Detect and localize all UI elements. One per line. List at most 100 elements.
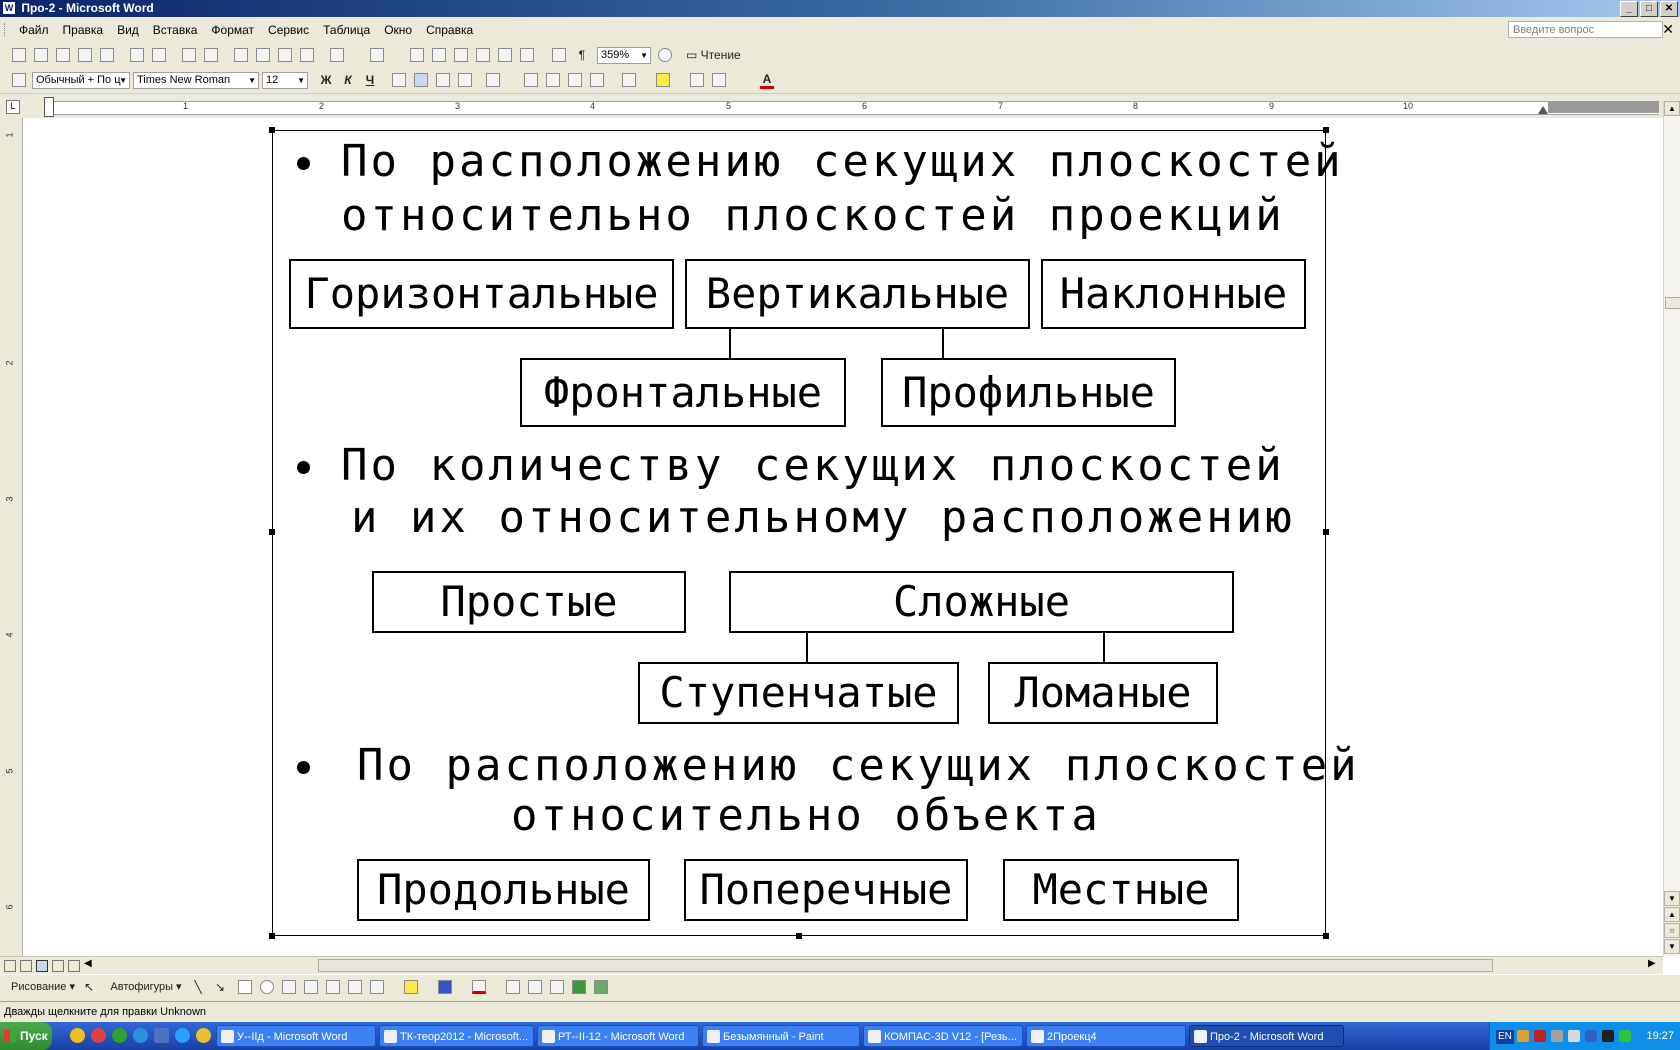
taskbar-item[interactable]: РТ--II-12 - Microsoft Word — [537, 1025, 699, 1047]
styles-pane-icon[interactable] — [12, 73, 26, 87]
resize-handle[interactable] — [269, 933, 275, 939]
ie-icon[interactable] — [133, 1028, 148, 1043]
menu-format[interactable]: Формат — [204, 23, 261, 37]
bullets-icon[interactable] — [546, 73, 560, 87]
save-icon[interactable] — [56, 48, 70, 62]
line-tool-icon[interactable]: ╲ — [192, 979, 204, 996]
undo-icon[interactable] — [330, 48, 344, 62]
document-map-icon[interactable] — [552, 48, 566, 62]
font-color-icon[interactable]: A — [760, 72, 774, 89]
line-style-icon[interactable] — [506, 980, 520, 994]
minimize-button[interactable]: _ — [1620, 1, 1638, 17]
font-size-select[interactable]: 12 ▼ — [262, 72, 308, 89]
scroll-thumb[interactable] — [1665, 297, 1680, 309]
taskbar-item[interactable]: Безымянный - Paint — [702, 1025, 860, 1047]
textbox-tool-icon[interactable] — [282, 980, 296, 994]
justify-icon[interactable] — [458, 73, 472, 87]
taskbar-item[interactable]: 2Проекц4 — [1026, 1025, 1186, 1047]
menu-insert[interactable]: Вставка — [146, 23, 205, 37]
tables-borders-icon[interactable] — [432, 48, 446, 62]
web-view-icon[interactable] — [20, 960, 32, 972]
reading-mode-button[interactable]: ▭ Чтение — [686, 47, 746, 64]
align-left-icon[interactable] — [392, 73, 406, 87]
paste-icon[interactable] — [278, 48, 292, 62]
copy-icon[interactable] — [256, 48, 270, 62]
resize-handle[interactable] — [796, 933, 802, 939]
vertical-scrollbar[interactable]: ▲ ▼ ▲ ○ ▼ — [1663, 101, 1680, 956]
quick-launch-icon[interactable] — [70, 1028, 85, 1043]
menu-file[interactable]: Файл — [12, 23, 56, 37]
menubar-grip[interactable] — [4, 23, 8, 37]
menu-table[interactable]: Таблица — [316, 23, 377, 37]
tray-icon[interactable] — [1602, 1030, 1615, 1042]
taskbar-item[interactable]: У--IIд - Microsoft Word — [216, 1025, 376, 1047]
language-indicator[interactable]: EN — [1496, 1030, 1514, 1044]
borders-icon[interactable] — [622, 73, 636, 87]
italic-button[interactable]: К — [340, 72, 356, 89]
tab-selector-icon[interactable]: L — [6, 100, 20, 114]
window-titlebar[interactable]: W Про-2 - Microsoft Word _ □ ✕ — [0, 0, 1680, 17]
menu-window[interactable]: Окно — [377, 23, 419, 37]
taskbar-item[interactable]: ТК-теор2012 - Microsoft... — [379, 1025, 534, 1047]
shadow-style-icon[interactable] — [572, 980, 586, 994]
chrome-icon[interactable] — [196, 1028, 211, 1043]
browse-object-icon[interactable]: ○ — [1664, 923, 1680, 938]
select-objects-icon[interactable]: ↖ — [84, 979, 94, 996]
tray-icon[interactable] — [1516, 1030, 1529, 1042]
permission-icon[interactable] — [78, 48, 92, 62]
menu-tools[interactable]: Сервис — [261, 23, 316, 37]
align-center-icon[interactable] — [414, 73, 428, 87]
drawing-font-color-icon[interactable] — [472, 980, 486, 994]
autoshapes-menu-button[interactable]: Автофигуры ▾ — [108, 979, 184, 996]
taskbar-item-active[interactable]: Про-2 - Microsoft Word — [1189, 1025, 1344, 1047]
menu-view[interactable]: Вид — [110, 23, 146, 37]
email-icon[interactable] — [100, 48, 114, 62]
scroll-left-icon[interactable]: ◀ — [84, 958, 92, 969]
vertical-ruler[interactable]: 1 2 3 4 5 6 7 — [0, 118, 23, 961]
arrow-style-icon[interactable] — [550, 980, 564, 994]
dash-style-icon[interactable] — [528, 980, 542, 994]
ask-question-input[interactable]: Введите вопрос — [1508, 21, 1663, 38]
hscroll-thumb[interactable] — [318, 959, 1493, 972]
fill-color-icon[interactable] — [404, 980, 418, 994]
menu-edit[interactable]: Правка — [56, 23, 111, 37]
redo-icon[interactable] — [370, 48, 384, 62]
tray-icon[interactable] — [1534, 1030, 1547, 1042]
decrease-indent-icon[interactable] — [568, 73, 582, 87]
subscript-icon[interactable] — [712, 73, 726, 87]
embedded-diagram-object[interactable]: По расположению секущих плоскостей относ… — [269, 127, 1357, 939]
hyperlink-icon[interactable] — [410, 48, 424, 62]
insert-picture-icon[interactable] — [370, 980, 384, 994]
taskbar-item[interactable]: КОМПАС-3D V12 - [Резь... — [863, 1025, 1023, 1047]
tray-icon[interactable] — [1551, 1030, 1564, 1042]
new-document-icon[interactable] — [12, 48, 26, 62]
show-hide-marks-icon[interactable]: ¶ — [576, 47, 588, 64]
resize-handle[interactable] — [269, 529, 275, 535]
tray-icon[interactable] — [1585, 1030, 1598, 1042]
research-icon[interactable] — [204, 48, 218, 62]
scroll-up-icon[interactable]: ▲ — [1664, 101, 1680, 116]
3d-style-icon[interactable] — [594, 980, 608, 994]
horizontal-scrollbar[interactable]: ◀ ▶ — [0, 956, 1663, 974]
columns-icon[interactable] — [498, 48, 512, 62]
resize-handle[interactable] — [1323, 933, 1329, 939]
right-indent-marker-icon[interactable] — [1538, 106, 1548, 114]
indent-marker-icon[interactable] — [44, 97, 54, 117]
numbering-icon[interactable] — [524, 73, 538, 87]
diagram-icon[interactable] — [326, 980, 340, 994]
line-spacing-icon[interactable] — [486, 73, 500, 87]
quick-launch-icon[interactable] — [112, 1028, 127, 1043]
zoom-select[interactable]: 359% ▼ — [597, 47, 651, 64]
print-preview-icon[interactable] — [152, 48, 166, 62]
start-button[interactable]: Пуск — [0, 1022, 52, 1050]
line-color-icon[interactable] — [438, 980, 452, 994]
bold-button[interactable]: Ж — [318, 72, 334, 89]
tray-icon[interactable] — [1619, 1030, 1632, 1042]
spelling-icon[interactable] — [182, 48, 196, 62]
maximize-button[interactable]: □ — [1640, 1, 1658, 17]
format-painter-icon[interactable] — [300, 48, 314, 62]
close-button[interactable]: ✕ — [1660, 1, 1678, 17]
menu-help[interactable]: Справка — [419, 23, 480, 37]
underline-button[interactable]: Ч — [362, 72, 378, 89]
show-desktop-icon[interactable] — [154, 1028, 169, 1043]
